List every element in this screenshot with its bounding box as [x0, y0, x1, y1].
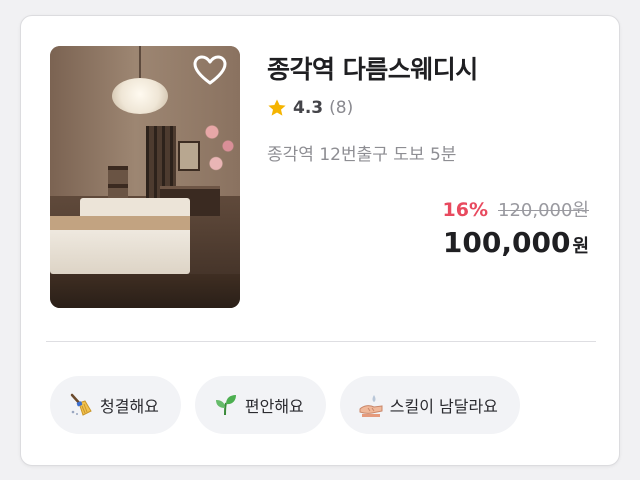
review-tags: 청결해요 편안해요 스킬이 남달라요	[50, 376, 520, 434]
discount-row: 16% 120,000원	[443, 196, 589, 222]
tag-comfortable[interactable]: 편안해요	[194, 376, 326, 434]
thumbnail-lamp	[112, 78, 168, 114]
sale-price: 100,000	[442, 226, 571, 259]
price-row: 100,000 원	[443, 226, 589, 259]
location-text: 종각역 12번출구 도보 5분	[267, 145, 457, 165]
leaf-icon	[213, 392, 239, 418]
tag-clean[interactable]: 청결해요	[50, 376, 181, 434]
massage-hands-icon	[358, 392, 384, 418]
thumbnail-blossom	[200, 111, 240, 181]
currency-unit: 원	[572, 236, 589, 257]
heart-icon	[193, 55, 227, 85]
original-price: 120,000원	[498, 200, 589, 221]
shop-card[interactable]: 종각역 다름스웨디시 4.3 (8) 종각역 12번출구 도보 5분 16% 1…	[20, 15, 620, 466]
thumbnail-bed-runner	[50, 216, 190, 230]
broom-icon	[68, 392, 94, 418]
shop-name: 종각역 다름스웨디시	[267, 55, 478, 84]
tag-label: 편안해요	[244, 397, 304, 416]
thumbnail-mirror	[178, 141, 200, 171]
star-icon	[268, 99, 286, 116]
tag-skilled[interactable]: 스킬이 남달라요	[339, 376, 520, 434]
rating: 4.3 (8)	[267, 96, 353, 120]
review-count: (8)	[329, 98, 354, 118]
divider	[46, 341, 596, 342]
tag-label: 스킬이 남달라요	[389, 397, 498, 416]
tag-label: 청결해요	[100, 397, 159, 416]
discount-rate: 16%	[442, 199, 488, 221]
favorite-button[interactable]	[192, 52, 228, 88]
thumbnail-floor	[50, 274, 240, 308]
thumbnail-lamp-cord	[139, 46, 141, 78]
rating-score: 4.3	[293, 98, 324, 118]
